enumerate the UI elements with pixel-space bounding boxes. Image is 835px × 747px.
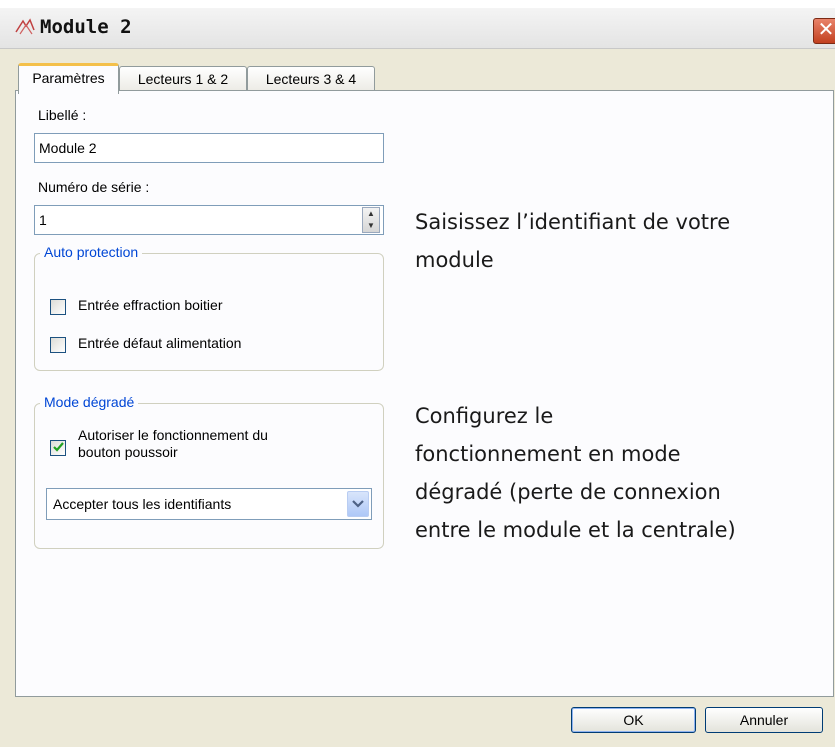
- dialog-window: Module 2 ✕ Paramètres Lecteurs 1 & 2 Lec…: [0, 8, 835, 747]
- select-arrow-button[interactable]: [347, 491, 369, 517]
- effraction-label: Entrée effraction boitier: [78, 297, 223, 313]
- alimentation-label: Entrée défaut alimentation: [78, 335, 242, 351]
- annotation-identifiant: Saisissez l’identifiant de votre module: [415, 210, 731, 272]
- numero-serie-stepper[interactable]: ▲ ▼: [362, 207, 380, 233]
- close-icon: ✕: [817, 19, 835, 41]
- close-button[interactable]: ✕: [813, 18, 835, 44]
- bouton-poussoir-label-line2: bouton poussoir: [78, 444, 178, 460]
- annotation-mode-degrade: Configurez le fonctionnement en mode dég…: [415, 404, 736, 542]
- identifiants-select[interactable]: Accepter tous les identifiants: [46, 488, 372, 520]
- tab-panel-parametres: Libellé : Module 2 Numéro de série : 1 ▲…: [15, 90, 834, 697]
- libelle-label: Libellé :: [38, 107, 87, 123]
- numero-serie-label: Numéro de série :: [38, 179, 150, 195]
- alimentation-checkbox[interactable]: [50, 337, 66, 353]
- module-icon: [15, 18, 35, 35]
- tab-lecteurs-1-2[interactable]: Lecteurs 1 & 2: [119, 66, 247, 91]
- numero-serie-input[interactable]: 1: [34, 205, 384, 235]
- window-title: Module 2: [40, 16, 132, 38]
- bouton-poussoir-checkbox[interactable]: [50, 440, 66, 456]
- tab-lecteurs-3-4[interactable]: Lecteurs 3 & 4: [247, 66, 375, 91]
- ok-button[interactable]: OK: [571, 707, 696, 733]
- cancel-button[interactable]: Annuler: [705, 707, 823, 733]
- title-bar[interactable]: Module 2 ✕: [0, 8, 835, 49]
- auto-protection-title: Auto protection: [40, 244, 143, 260]
- mode-degrade-title: Mode dégradé: [40, 394, 139, 410]
- spin-down-icon[interactable]: ▼: [363, 220, 379, 232]
- bouton-poussoir-label-line1: Autoriser le fonctionnement du: [78, 427, 268, 443]
- libelle-input[interactable]: Module 2: [34, 133, 384, 163]
- mode-degrade-group: [34, 403, 384, 549]
- spin-up-icon[interactable]: ▲: [363, 208, 379, 220]
- effraction-checkbox[interactable]: [50, 299, 66, 315]
- tab-parametres[interactable]: Paramètres: [18, 63, 119, 94]
- checkmark-icon: [53, 442, 64, 452]
- chevron-down-icon: [352, 500, 364, 508]
